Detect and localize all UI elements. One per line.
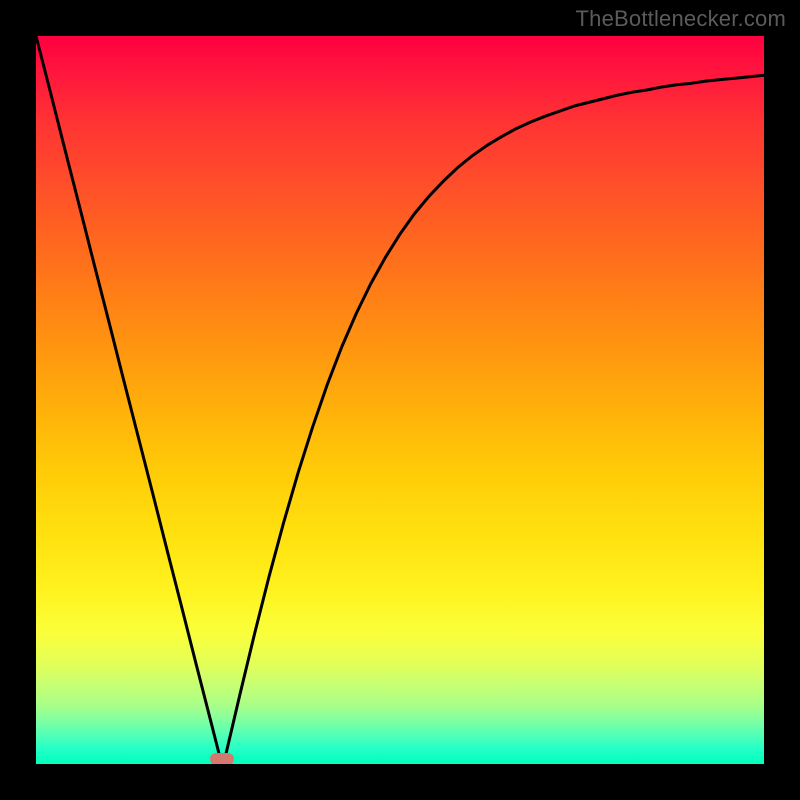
chart-frame: TheBottlenecker.com bbox=[0, 0, 800, 800]
minimum-marker bbox=[210, 753, 234, 764]
bottleneck-curve bbox=[36, 36, 764, 764]
plot-area bbox=[36, 36, 764, 764]
watermark-text: TheBottlenecker.com bbox=[576, 6, 786, 32]
